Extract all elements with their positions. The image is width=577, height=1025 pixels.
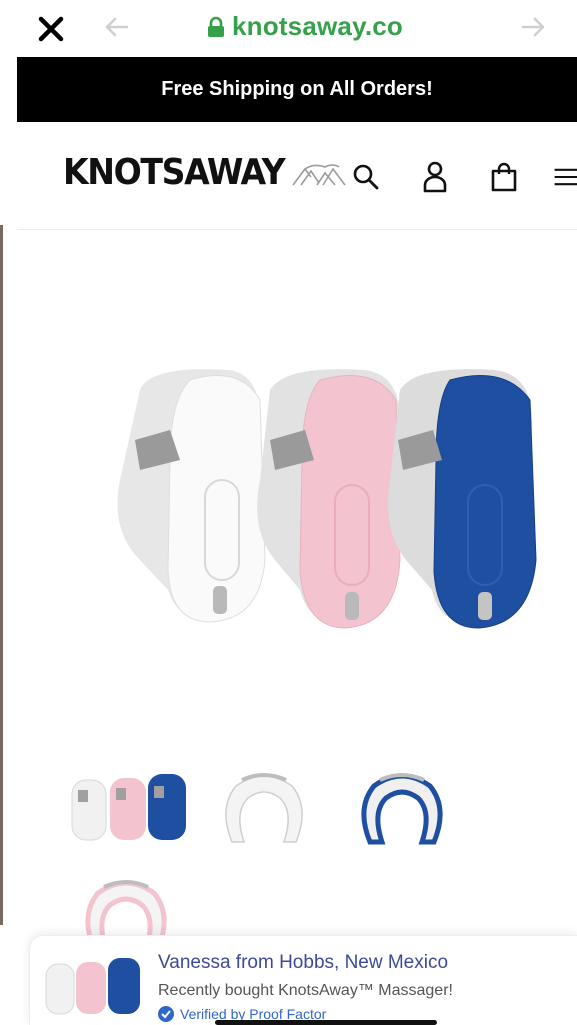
notification-product-thumb bbox=[45, 958, 140, 1015]
notification-title: Vanessa from Hobbs, New Mexico bbox=[158, 952, 449, 973]
site-logo[interactable]: KNOTSAWAY bbox=[63, 152, 347, 193]
url-text: knotsaway.co bbox=[232, 11, 403, 41]
thumbnail-white-image bbox=[225, 773, 303, 843]
product-main-image[interactable] bbox=[100, 360, 550, 640]
thumbnail-pink-image bbox=[85, 880, 167, 935]
search-icon bbox=[353, 164, 379, 190]
thumbnail-pink[interactable] bbox=[76, 875, 176, 935]
thumbnail-all-colors-image bbox=[71, 774, 186, 841]
close-button[interactable] bbox=[34, 12, 68, 46]
thumbnail-blue[interactable] bbox=[352, 768, 452, 848]
cart-button[interactable] bbox=[488, 160, 520, 194]
forward-button[interactable] bbox=[518, 12, 548, 42]
menu-button[interactable] bbox=[553, 160, 577, 194]
announcement-text: Free Shipping on All Orders! bbox=[161, 78, 433, 100]
thumbnail-white[interactable] bbox=[214, 768, 314, 848]
browser-bar: knotsaway.co bbox=[0, 0, 577, 56]
notification-product-image bbox=[42, 956, 142, 1016]
url-bar[interactable]: knotsaway.co bbox=[206, 11, 403, 42]
thumbnail-blue-image bbox=[361, 773, 443, 845]
arrow-right-icon bbox=[521, 17, 545, 37]
notification-subtitle: Recently bought KnotsAway™ Massager! bbox=[158, 982, 453, 999]
social-proof-notification[interactable]: Vanessa from Hobbs, New Mexico Recently … bbox=[29, 935, 577, 1025]
thumbnail-all-colors[interactable] bbox=[66, 770, 188, 846]
site-header: KNOTSAWAY bbox=[17, 122, 577, 230]
arrow-left-icon bbox=[105, 17, 129, 37]
lock-icon bbox=[208, 16, 224, 37]
announcement-bar: Free Shipping on All Orders! bbox=[17, 57, 577, 122]
back-button[interactable] bbox=[102, 12, 132, 42]
home-indicator[interactable] bbox=[215, 1020, 437, 1025]
neck-massager-trio-image bbox=[117, 369, 537, 629]
cart-icon bbox=[491, 162, 517, 192]
left-edge-artifact bbox=[0, 225, 3, 925]
verified-check-icon bbox=[158, 1006, 174, 1022]
account-button[interactable] bbox=[419, 160, 451, 194]
account-icon bbox=[423, 161, 447, 193]
logo-mark-icon bbox=[292, 164, 347, 186]
logo-text: KNOTSAWAY bbox=[63, 152, 286, 193]
menu-icon bbox=[554, 168, 577, 186]
close-icon bbox=[38, 16, 64, 42]
search-button[interactable] bbox=[350, 160, 382, 194]
